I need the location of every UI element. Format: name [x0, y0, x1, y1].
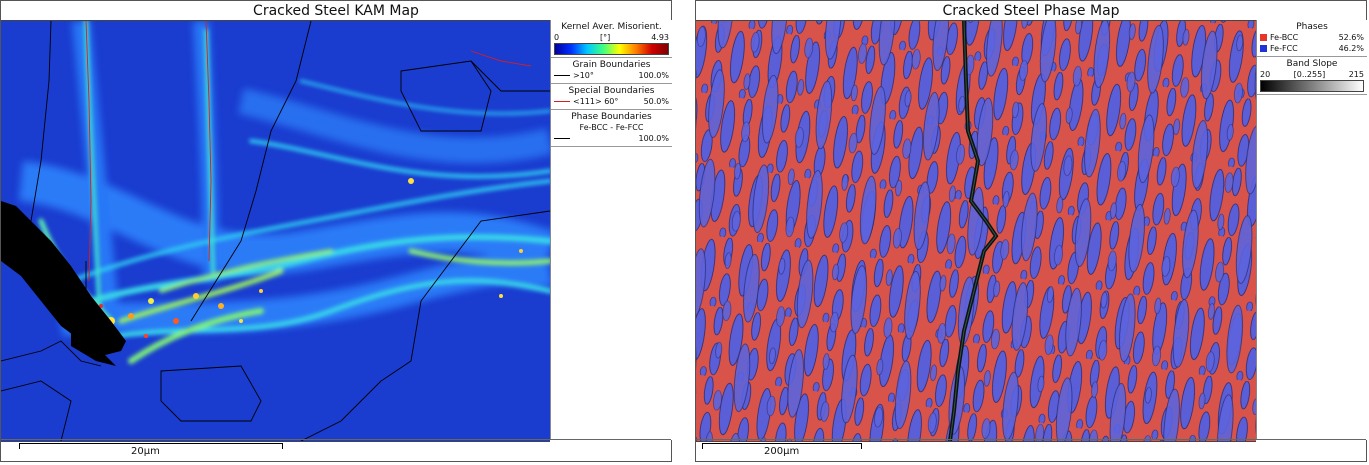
phase-footer: 200µm [696, 439, 1366, 461]
band-slope-unit: [0..255] [1293, 70, 1326, 79]
phase-boundaries-label: Fe-BCC - Fe-FCC [579, 123, 644, 132]
phase-map-panel: Cracked Steel Phase Map Phases Fe-BCC 52… [695, 0, 1367, 462]
phase-boundaries-value: 100.0% [638, 134, 669, 143]
kam-min: 0 [554, 33, 560, 42]
grain-boundaries-label: >10° [573, 71, 594, 80]
band-slope-max: 215 [1348, 70, 1364, 79]
band-slope-min: 20 [1260, 70, 1271, 79]
kam-legend: Kernel Aver. Misorient. 0 [°] 4.93 Grain… [550, 20, 672, 440]
phase-scale-label: 200µm [764, 446, 800, 457]
phase-boundaries-pair: Fe-BCC - Fe-FCC [551, 122, 672, 133]
phase-fcc-name: Fe-FCC [1270, 44, 1298, 53]
kam-map-panel: Cracked Steel KAM Map Kernel Aver. Misor… [0, 0, 672, 462]
phase-legend: Phases Fe-BCC 52.6% Fe-FCC 46.2% Band Sl… [1256, 20, 1367, 440]
kam-map-image [1, 20, 550, 442]
grain-boundaries-value: 100.0% [638, 71, 669, 80]
band-slope-title: Band Slope [1286, 59, 1338, 69]
phase-map-title: Cracked Steel Phase Map [942, 3, 1120, 19]
kam-scale-label: 20µm [131, 446, 160, 457]
phase-bcc-name: Fe-BCC [1270, 33, 1299, 42]
kam-legend-title: Kernel Aver. Misorient. [561, 22, 662, 32]
kam-max: 4.93 [651, 33, 669, 42]
special-boundaries-label: <111> 60° [573, 97, 619, 106]
kam-map-title: Cracked Steel KAM Map [253, 3, 419, 19]
grain-boundaries-row: >10° 100.0% [551, 70, 672, 81]
special-boundaries-row: <111> 60° 50.0% [551, 96, 672, 107]
kam-unit: [°] [600, 33, 611, 42]
phase-map-graphic [696, 21, 1256, 441]
phase-fcc-value: 46.2% [1338, 44, 1364, 53]
phase-boundaries-row: 100.0% [551, 133, 672, 144]
phase-bcc-value: 52.6% [1338, 33, 1364, 42]
kam-footer: 20µm [1, 439, 671, 461]
phase-row-bcc: Fe-BCC 52.6% [1257, 32, 1367, 43]
kam-color-bar [554, 43, 669, 55]
grain-boundaries-title: Grain Boundaries [572, 60, 651, 70]
phase-map-image [696, 20, 1256, 442]
special-boundaries-title: Special Boundaries [568, 86, 655, 96]
band-slope-range: 20 [0..255] 215 [1257, 69, 1367, 80]
phases-title: Phases [1296, 22, 1328, 32]
phase-row-fcc: Fe-FCC 46.2% [1257, 43, 1367, 54]
kam-map-graphic [1, 21, 550, 441]
special-boundaries-value: 50.0% [643, 97, 669, 106]
kam-range-labels: 0 [°] 4.93 [551, 32, 672, 43]
phase-boundaries-title: Phase Boundaries [571, 112, 652, 122]
band-slope-bar [1260, 80, 1364, 92]
